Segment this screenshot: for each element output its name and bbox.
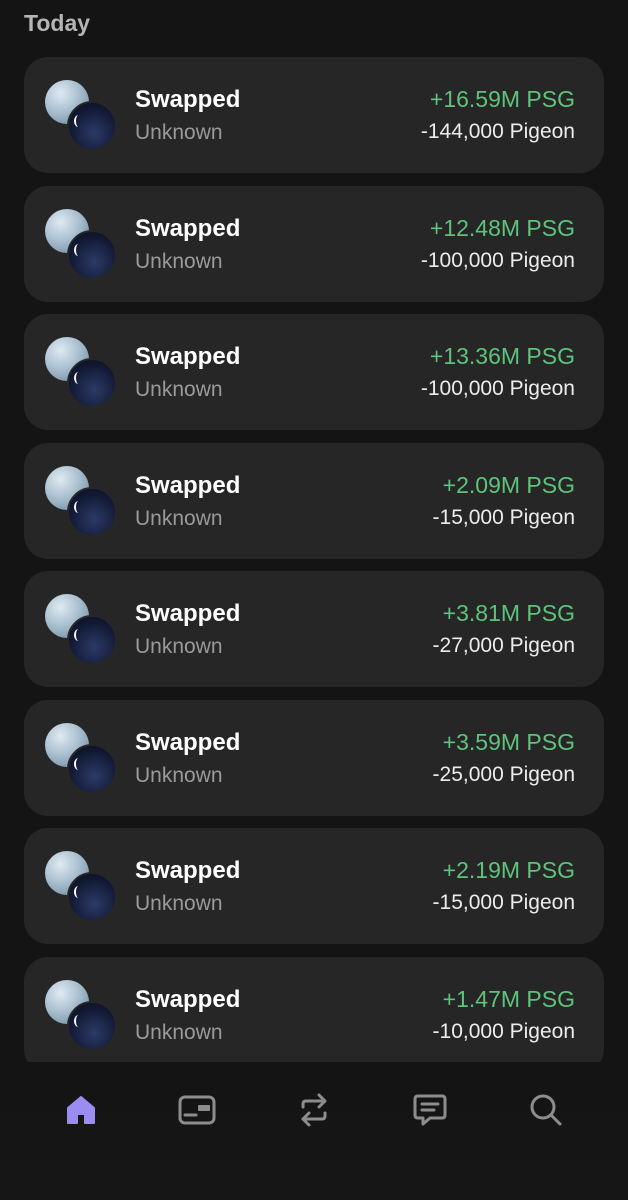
pigeon-token-icon xyxy=(67,229,117,280)
transaction-list[interactable]: Swapped Unknown +16.59M PSG -144,000 Pig… xyxy=(24,57,604,1062)
tab-wallet[interactable] xyxy=(177,1090,217,1130)
transaction-title: Swapped xyxy=(135,471,241,499)
search-icon xyxy=(530,1094,562,1126)
token-pair-avatar xyxy=(45,337,117,408)
amount-sent: -100,000 Pigeon xyxy=(420,377,575,400)
amount-received: +2.19M PSG xyxy=(442,857,575,883)
transaction-subtitle: Unknown xyxy=(135,763,223,787)
transaction-subtitle: Unknown xyxy=(135,1020,223,1044)
pigeon-token-icon xyxy=(67,872,117,922)
transaction-subtitle: Unknown xyxy=(135,378,223,401)
tab-messages[interactable] xyxy=(410,1090,450,1130)
bottom-tab-bar xyxy=(0,1062,628,1200)
amount-received: +3.59M PSG xyxy=(442,728,575,755)
token-pair-avatar xyxy=(45,851,117,922)
token-pair-avatar xyxy=(45,208,117,280)
transaction-subtitle: Unknown xyxy=(135,635,223,658)
transaction-card[interactable]: Swapped Unknown +12.48M PSG -100,000 Pig… xyxy=(24,185,604,302)
transaction-card[interactable]: Swapped Unknown +2.19M PSG -15,000 Pigeo… xyxy=(24,828,604,944)
token-pair-avatar xyxy=(45,465,117,537)
amount-received: +13.36M PSG xyxy=(429,343,575,369)
pigeon-token-icon xyxy=(67,101,117,151)
token-pair-avatar xyxy=(45,722,117,794)
transaction-card[interactable]: Swapped Unknown +1.47M PSG -10,000 Pigeo… xyxy=(24,956,604,1062)
amount-received: +16.59M PSG xyxy=(429,86,575,112)
tab-swap[interactable] xyxy=(294,1090,334,1130)
swap-icon xyxy=(301,1093,327,1127)
transaction-card[interactable]: Swapped Unknown +2.09M PSG -15,000 Pigeo… xyxy=(24,442,604,559)
pigeon-token-icon xyxy=(67,358,117,408)
pigeon-token-icon xyxy=(67,743,117,794)
transaction-title: Swapped xyxy=(135,86,241,113)
token-pair-avatar xyxy=(45,979,117,1051)
home-icon xyxy=(67,1096,95,1124)
wallet-card-icon xyxy=(178,1095,216,1125)
transaction-title: Swapped xyxy=(135,728,241,756)
transaction-subtitle: Unknown xyxy=(135,506,223,530)
transaction-subtitle: Unknown xyxy=(135,892,223,915)
amount-received: +3.81M PSG xyxy=(442,600,575,626)
transaction-card[interactable]: Swapped Unknown +13.36M PSG -100,000 Pig… xyxy=(24,314,604,430)
token-pair-avatar xyxy=(45,594,117,665)
transaction-subtitle: Unknown xyxy=(135,249,223,273)
transaction-title: Swapped xyxy=(135,214,241,242)
amount-received: +2.09M PSG xyxy=(442,471,575,498)
section-title-today: Today xyxy=(24,10,91,36)
amount-sent: -100,000 Pigeon xyxy=(420,248,575,272)
transaction-card[interactable]: Swapped Unknown +3.59M PSG -25,000 Pigeo… xyxy=(24,699,604,816)
amount-sent: -15,000 Pigeon xyxy=(432,891,575,914)
transaction-subtitle: Unknown xyxy=(135,121,223,144)
amount-sent: -27,000 Pigeon xyxy=(432,634,575,657)
transaction-title: Swapped xyxy=(135,985,241,1013)
token-pair-avatar xyxy=(45,80,117,151)
transaction-card[interactable]: Swapped Unknown +3.81M PSG -27,000 Pigeo… xyxy=(24,571,604,687)
transaction-title: Swapped xyxy=(135,600,241,627)
transaction-title: Swapped xyxy=(135,857,241,884)
amount-sent: -10,000 Pigeon xyxy=(432,1019,575,1043)
tab-home[interactable] xyxy=(61,1090,101,1130)
amount-received: +1.47M PSG xyxy=(442,985,575,1012)
transaction-card[interactable]: Swapped Unknown +16.59M PSG -144,000 Pig… xyxy=(24,57,604,173)
pigeon-token-icon xyxy=(67,1000,117,1051)
amount-received: +12.48M PSG xyxy=(429,214,575,241)
amount-sent: -15,000 Pigeon xyxy=(432,505,575,529)
amount-sent: -25,000 Pigeon xyxy=(432,762,575,786)
amount-sent: -144,000 Pigeon xyxy=(420,120,575,143)
transaction-title: Swapped xyxy=(135,343,241,370)
chat-icon xyxy=(413,1094,447,1126)
pigeon-token-icon xyxy=(67,486,117,537)
tab-search[interactable] xyxy=(526,1090,566,1130)
pigeon-token-icon xyxy=(67,615,117,665)
